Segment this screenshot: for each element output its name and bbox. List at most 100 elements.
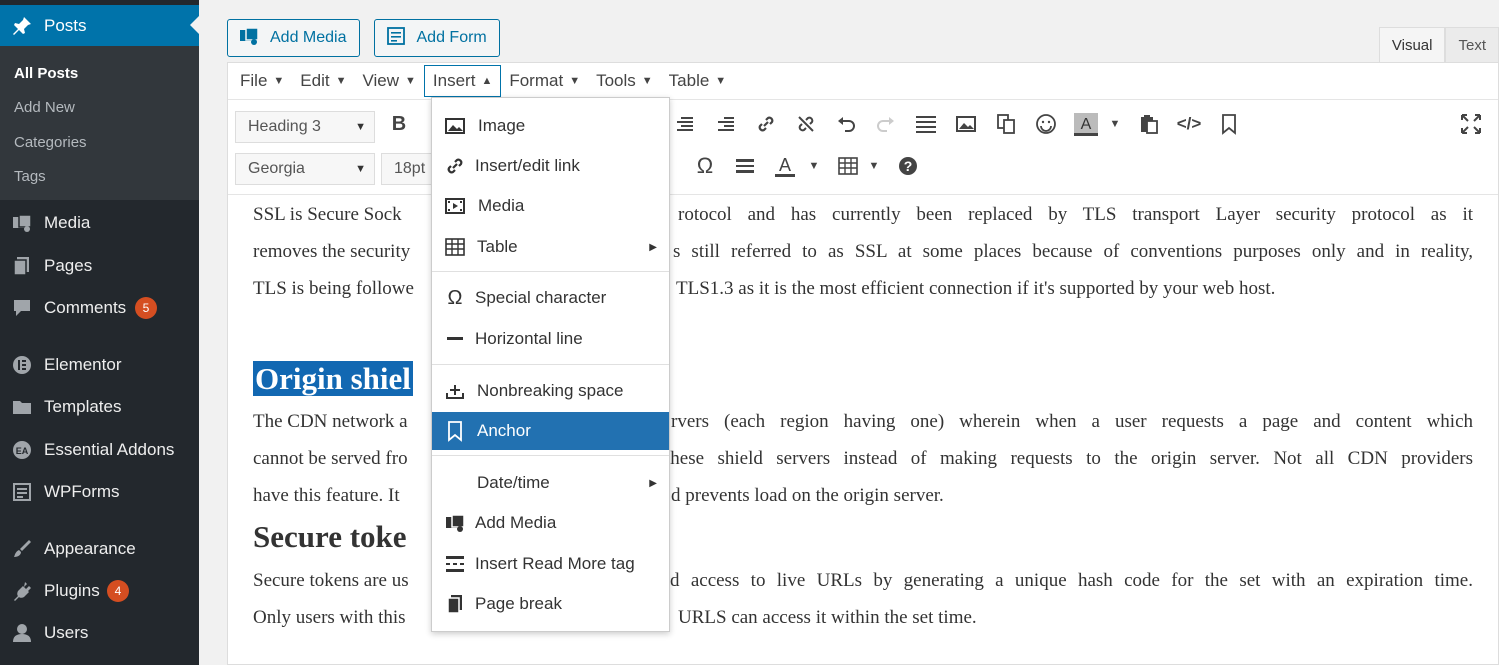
copy-icon[interactable] [991, 109, 1021, 139]
editor: File ▼ Edit ▼ View ▼ Insert ▲ Format ▼ Tools ▼… [227, 62, 1499, 665]
font-family-select[interactable]: Georgia ▼ [235, 153, 375, 185]
menu-file-label: File [240, 71, 268, 90]
help-icon[interactable]: ? [893, 151, 923, 181]
dropdown-item-label: Image [478, 116, 526, 135]
special-character-icon[interactable]: Ω [690, 151, 720, 181]
menu-media-label: Media [44, 213, 91, 232]
elementor-icon [10, 353, 34, 377]
paste-icon[interactable] [1134, 109, 1164, 139]
omega-icon: Ω [447, 286, 463, 309]
p3-line1-end: d access to live URLs by generating a un… [670, 570, 1473, 591]
caret-down-icon: ▼ [715, 75, 727, 87]
caret-down-icon[interactable]: ▼ [859, 151, 889, 181]
align-right-icon[interactable] [670, 109, 700, 139]
menu-pages[interactable]: Pages [0, 246, 199, 286]
dropdown-item-read-more[interactable]: Insert Read More tag [432, 545, 669, 583]
svg-text:EA: EA [16, 446, 29, 456]
menu-format-label: Format [509, 71, 564, 90]
dropdown-item-page-break[interactable]: Page break [432, 585, 669, 623]
bookmark-icon[interactable] [1214, 109, 1244, 139]
menu-essential-addons[interactable]: EA Essential Addons [0, 430, 199, 470]
nonbreaking-space-icon [444, 380, 466, 402]
essential-addons-icon: EA [10, 438, 34, 462]
add-form-button[interactable]: Add Form [373, 19, 500, 57]
text-color-icon[interactable]: A [770, 151, 800, 181]
add-media-button[interactable]: Add Media [227, 19, 360, 57]
dropdown-item-image[interactable]: Image [432, 107, 669, 145]
tab-visual[interactable]: Visual [1378, 27, 1446, 63]
horizontal-line-icon [444, 328, 466, 350]
dropdown-item-add-media[interactable]: Add Media [432, 504, 669, 542]
tab-text[interactable]: Text [1445, 27, 1499, 63]
dropdown-item-special-character[interactable]: Ω Special character [432, 279, 669, 317]
toolbar-divider [228, 194, 1498, 195]
dropdown-item-anchor[interactable]: Anchor [432, 412, 669, 450]
menu-file[interactable]: File ▼ [232, 65, 292, 97]
emoji-icon[interactable] [1031, 109, 1061, 139]
dropdown-item-table[interactable]: Table ▶ [432, 228, 669, 266]
dropdown-item-nonbreaking-space[interactable]: Nonbreaking space [432, 372, 669, 410]
dropdown-item-label: Table [477, 237, 518, 256]
caret-down-icon: ▼ [355, 163, 366, 175]
more-tag-icon[interactable] [911, 109, 941, 139]
menu-plugins[interactable]: Plugins 4 [0, 571, 199, 611]
menu-comments[interactable]: Comments 5 [0, 288, 199, 328]
p1-line1-start: SSL is Secure Sock [253, 204, 402, 225]
fullscreen-icon[interactable] [1456, 109, 1486, 139]
menu-insert-label: Insert [432, 71, 476, 90]
block-format-value: Heading 3 [248, 118, 321, 135]
block-format-select[interactable]: Heading 3 ▼ [235, 111, 375, 143]
p1-line1-end: rotocol and has currently been replaced … [678, 204, 1473, 225]
submenu-tags[interactable]: Tags [14, 168, 46, 185]
menu-wpforms[interactable]: WPForms [0, 472, 199, 512]
paintbrush-icon [10, 537, 34, 561]
dropdown-divider [432, 271, 669, 272]
menu-tools[interactable]: Tools ▼ [588, 65, 661, 97]
menu-posts[interactable]: Posts [0, 5, 199, 46]
heading-origin-shield: Origin shiel [253, 359, 413, 399]
image-icon[interactable] [951, 109, 981, 139]
menu-edit-label: Edit [300, 71, 330, 90]
bold-icon[interactable]: B [384, 109, 414, 139]
menu-templates[interactable]: Templates [0, 387, 199, 427]
submenu-all-posts[interactable]: All Posts [14, 65, 78, 82]
menu-users-label: Users [44, 623, 89, 642]
menu-edit[interactable]: Edit ▼ [292, 65, 354, 97]
p1-line3-start: TLS is being followe [253, 278, 414, 299]
submenu-add-new[interactable]: Add New [14, 99, 75, 116]
link-icon[interactable] [751, 109, 781, 139]
caret-down-icon[interactable]: ▼ [799, 151, 829, 181]
dropdown-item-insert-link[interactable]: Insert/edit link [432, 147, 669, 185]
code-icon[interactable]: </> [1174, 109, 1204, 139]
menu-media[interactable]: Media [0, 203, 199, 243]
dropdown-item-label: Special character [475, 288, 607, 307]
p2-line3-start: have this feature. It [253, 485, 400, 506]
menu-table[interactable]: Table ▼ [661, 65, 735, 97]
menu-pages-label: Pages [44, 256, 93, 275]
menu-view[interactable]: View ▼ [354, 65, 423, 97]
plug-icon [10, 579, 34, 603]
undo-icon[interactable] [831, 109, 861, 139]
align-right-alt-icon[interactable] [711, 109, 741, 139]
menu-appearance[interactable]: Appearance [0, 529, 199, 569]
horizontal-line-icon[interactable] [730, 151, 760, 181]
menu-elementor[interactable]: Elementor [0, 345, 199, 385]
caret-up-icon: ▲ [481, 75, 493, 87]
caret-down-icon: ▼ [273, 75, 285, 87]
background-color-icon[interactable]: A [1071, 109, 1101, 139]
unlink-icon[interactable] [791, 109, 821, 139]
p3-line1-start: Secure tokens are us [253, 570, 409, 591]
submenu-categories[interactable]: Categories [14, 134, 87, 151]
dropdown-item-media[interactable]: Media [432, 187, 669, 225]
menu-format[interactable]: Format ▼ [501, 65, 588, 97]
dropdown-item-date-time[interactable]: Date/time ▶ [432, 464, 669, 502]
dropdown-item-label: Page break [475, 594, 562, 613]
caret-down-icon[interactable]: ▼ [1100, 109, 1130, 139]
selected-text: Origin shiel [253, 361, 413, 396]
redo-icon[interactable] [871, 109, 901, 139]
font-size-value: 18pt [394, 160, 426, 177]
menu-insert[interactable]: Insert ▲ [423, 65, 502, 97]
p1-line3-end: TLS1.3 as it is the most efficient conne… [676, 278, 1276, 299]
menu-users[interactable]: Users [0, 613, 199, 653]
dropdown-item-horizontal-line[interactable]: Horizontal line [432, 320, 669, 358]
